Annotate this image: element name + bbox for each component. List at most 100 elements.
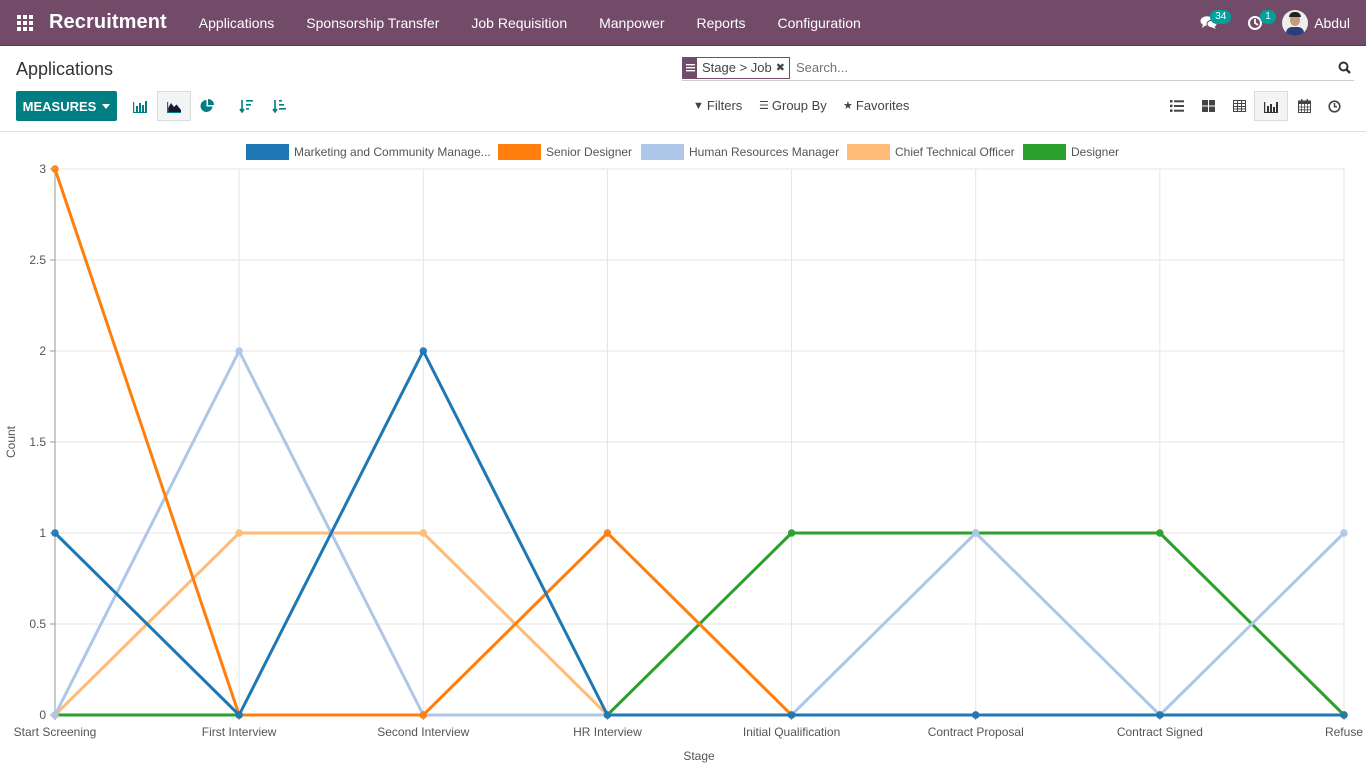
y-tick-label: 1.5 [29, 435, 46, 449]
search-icon[interactable] [1334, 58, 1354, 78]
x-tick-label: Contract Signed [1117, 725, 1203, 739]
data-point [235, 711, 243, 719]
menu-applications[interactable]: Applications [183, 0, 291, 46]
menu-manpower[interactable]: Manpower [583, 0, 680, 46]
data-point [972, 711, 980, 719]
data-point [419, 711, 427, 719]
x-tick-label: Second Interview [377, 725, 469, 739]
activities-count-badge: 1 [1260, 10, 1276, 24]
list-icon [1170, 100, 1184, 112]
legend-label: Marketing and Community Manage... [294, 145, 491, 159]
bar-chart-icon [133, 101, 147, 113]
avatar [1282, 10, 1309, 36]
legend-label: Designer [1071, 145, 1119, 159]
x-tick-label: Contract Proposal [928, 725, 1024, 739]
y-tick-label: 0.5 [29, 617, 46, 631]
legend-swatch [1023, 144, 1066, 160]
star-icon: ★ [843, 100, 853, 112]
filters-button[interactable]: ▼ Filters [693, 98, 742, 113]
messages-count-badge: 34 [1210, 10, 1232, 24]
area-chart-icon [167, 102, 181, 113]
data-point [1156, 711, 1164, 719]
measures-label: MEASURES [22, 98, 97, 114]
legend-swatch [847, 144, 890, 160]
x-tick-label: Start Screening [14, 725, 97, 739]
calendar-view-button[interactable] [1288, 91, 1320, 121]
search-facet: Stage > Job ✖ [682, 56, 790, 79]
top-navbar: Recruitment Applications Sponsorship Tra… [0, 0, 1366, 46]
sort-descending-button[interactable] [229, 91, 263, 121]
group-by-facet-icon [683, 56, 697, 79]
favorites-button[interactable]: ★ Favorites [843, 98, 909, 113]
group-by-button[interactable]: ☰ Group By [759, 98, 827, 113]
caret-down-icon [102, 103, 111, 109]
user-name: Abdul [1314, 15, 1350, 31]
bar-chart-icon [1264, 101, 1278, 113]
bar-chart-mode-button[interactable] [123, 91, 157, 121]
search-input[interactable] [795, 60, 1334, 75]
legend-swatch [641, 144, 684, 160]
data-point [1156, 529, 1164, 537]
legend-label: Chief Technical Officer [895, 145, 1015, 159]
pie-chart-icon [200, 99, 214, 112]
bars-icon: ☰ [759, 100, 769, 112]
pivot-view-button[interactable] [1223, 91, 1255, 121]
kanban-icon [1201, 100, 1215, 112]
data-point [787, 529, 796, 537]
apps-menu-icon[interactable] [2, 0, 48, 46]
page-title: Applications [16, 59, 114, 79]
messages-systray[interactable]: 34 [1186, 0, 1232, 46]
data-point [1340, 529, 1348, 537]
data-point [235, 529, 243, 537]
search-bar: Stage > Job ✖ [682, 55, 1354, 81]
data-point [51, 529, 59, 537]
sort-ascending-button[interactable] [262, 91, 296, 121]
filter-icon: ▼ [693, 99, 704, 112]
activities-systray[interactable]: 1 [1232, 0, 1278, 46]
calendar-icon [1297, 99, 1311, 113]
legend-swatch [498, 144, 541, 160]
pie-chart-mode-button[interactable] [190, 91, 224, 121]
data-point [51, 165, 59, 173]
x-axis-title: Stage [683, 749, 715, 763]
group-by-label: Group By [771, 98, 827, 113]
filters-label: Filters [706, 98, 743, 113]
y-tick-label: 3 [39, 162, 46, 176]
menu-reports[interactable]: Reports [680, 0, 761, 46]
list-view-button[interactable] [1161, 91, 1193, 121]
line-chart: 0 0.5 1 1.5 2 2.5 3 Start Screening First Interv… [4, 144, 1363, 763]
x-tick-label: First Interview [202, 725, 277, 739]
kanban-view-button[interactable] [1192, 91, 1224, 121]
data-point [603, 711, 612, 719]
data-point [419, 529, 427, 537]
measures-button[interactable]: MEASURES [16, 91, 117, 121]
data-point [419, 347, 427, 355]
x-tick-label: Initial Qualification [743, 725, 840, 739]
menu-job-requisition[interactable]: Job Requisition [455, 0, 583, 46]
menu-configuration[interactable]: Configuration [762, 0, 877, 46]
table-icon [1232, 100, 1246, 112]
control-panel: Applications MEASURES Stage > Job ✖ Sear… [0, 46, 1366, 132]
menu-sponsorship-transfer[interactable]: Sponsorship Transfer [290, 0, 455, 46]
line-chart-mode-button[interactable] [157, 91, 191, 121]
data-point [51, 711, 59, 719]
y-tick-label: 1 [39, 526, 46, 540]
activity-view-button[interactable] [1318, 91, 1350, 121]
y-tick-label: 2 [39, 344, 46, 358]
data-point [1340, 711, 1348, 719]
app-brand[interactable]: Recruitment [49, 11, 167, 34]
facet-value: Stage > Job [702, 60, 772, 75]
data-point [603, 529, 612, 537]
x-tick-label: Refuse [1325, 725, 1363, 739]
data-point [235, 347, 243, 355]
y-tick-label: 2.5 [29, 253, 46, 267]
remove-facet-icon[interactable]: ✖ [776, 61, 789, 74]
x-tick-label: HR Interview [573, 725, 642, 739]
graph-view-button[interactable] [1254, 91, 1288, 121]
user-menu[interactable]: Abdul [1282, 10, 1350, 36]
data-point [787, 711, 796, 719]
sort-descending-icon [239, 100, 253, 113]
legend-label: Human Resources Manager [689, 145, 839, 159]
y-axis-title: Count [4, 425, 18, 458]
sort-ascending-icon [272, 100, 286, 113]
